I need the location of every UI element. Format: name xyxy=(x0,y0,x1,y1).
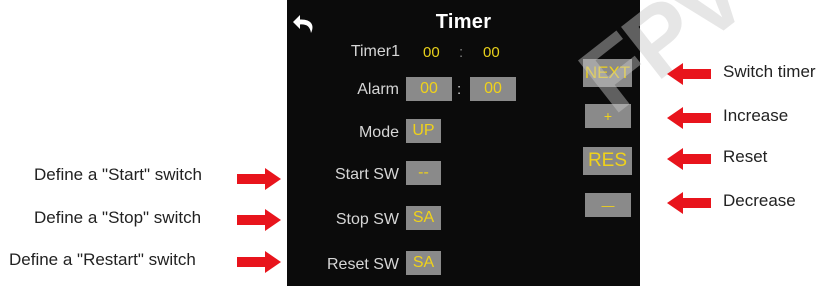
red-arrow-icon xyxy=(237,168,281,190)
annotation-decrease: Decrease xyxy=(723,191,796,210)
annotation-stop-switch: Define a "Stop" switch xyxy=(34,208,202,227)
reset-sw-label: Reset SW xyxy=(326,256,399,273)
start-sw-label: Start SW xyxy=(334,166,399,183)
annotation-increase: Increase xyxy=(723,106,789,125)
start-sw-select[interactable]: -- xyxy=(406,161,441,185)
annotation-reset: Reset xyxy=(723,147,768,166)
stop-sw-label: Stop SW xyxy=(335,211,399,228)
timer1-seconds: 00 xyxy=(483,44,500,61)
stop-sw-select[interactable]: SA xyxy=(406,206,441,230)
decrease-button[interactable]: — xyxy=(585,193,631,217)
mode-select[interactable]: UP xyxy=(406,119,441,143)
alarm-minutes-field[interactable]: 00 xyxy=(406,77,452,101)
red-arrow-icon xyxy=(667,148,711,170)
reset-sw-select[interactable]: SA xyxy=(406,251,441,275)
red-arrow-icon xyxy=(237,251,281,273)
annotation-restart-switch: Define a "Restart" switch xyxy=(9,250,196,269)
alarm-seconds-field[interactable]: 00 xyxy=(470,77,516,101)
annotation-start-switch: Define a "Start" switch xyxy=(34,165,202,184)
annotation-switch-timer: Switch timer xyxy=(723,62,816,81)
timer1-minutes: 00 xyxy=(423,44,440,61)
mode-label: Mode xyxy=(358,124,399,141)
reset-button[interactable]: RES xyxy=(583,147,632,175)
timer1-separator: : xyxy=(459,44,464,61)
red-arrow-icon xyxy=(237,209,281,231)
red-arrow-icon xyxy=(667,107,711,129)
red-arrow-icon xyxy=(667,63,711,85)
timer1-label: Timer1 xyxy=(350,43,400,60)
alarm-label: Alarm xyxy=(357,81,399,98)
alarm-separator: : xyxy=(457,81,462,98)
red-arrow-icon xyxy=(667,192,711,214)
